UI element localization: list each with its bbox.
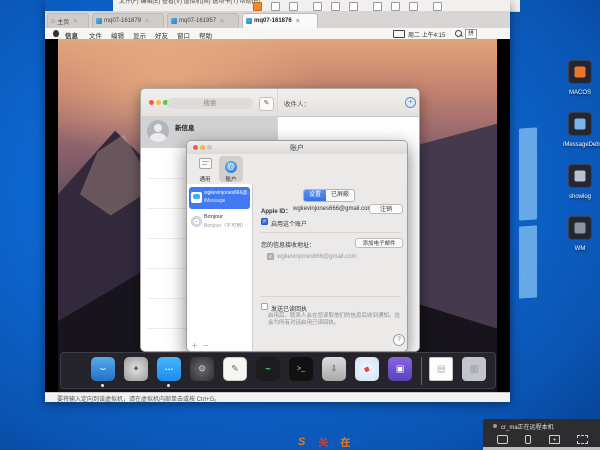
activity-monitor-icon[interactable]	[256, 357, 280, 381]
vm-icon	[246, 18, 252, 24]
general-icon	[199, 158, 212, 169]
site-watermark: S 中 关 村 在 线	[298, 434, 361, 449]
reached-at-label: 您的信息接收地址：	[261, 240, 315, 249]
account-detail-pane: 设置 已屏蔽 Apple ID： wgkevinjones666@gmail.c…	[253, 184, 408, 352]
read-receipts-description: 启用后，联系人会在您读取他们的信息后收到通知。这会为所有对话启用已读回执。	[268, 313, 401, 328]
running-indicator	[167, 384, 170, 387]
help-button[interactable]: ?	[393, 334, 405, 346]
chat-icon[interactable]	[497, 435, 508, 444]
notes-icon[interactable]	[223, 357, 247, 381]
wm-app-icon	[568, 216, 592, 240]
window-title: 账户	[187, 143, 407, 153]
sign-out-button[interactable]: 注销	[369, 204, 403, 214]
account-source-list: wgkevinjones666@… iMessage Bonjour Bonjo…	[187, 184, 253, 352]
accounts-preferences-window: 账户 通用 @ 账户 wgkevinjones666@… iMessage	[186, 140, 408, 352]
launchpad-icon[interactable]	[124, 357, 148, 381]
tab-home[interactable]: ⌂ 主页 ×	[47, 13, 89, 28]
enable-account-label: 启用这个账户	[271, 219, 307, 228]
tab-vm-161957[interactable]: mq07-161957 ×	[167, 13, 239, 28]
tab-blocked[interactable]: 已屏蔽	[326, 190, 354, 201]
account-row-imessage[interactable]: wgkevinjones666@… iMessage	[189, 187, 250, 209]
vmware-status-bar: 要将输入定向到该虚拟机，请在虚拟机内部单击或按 Ctrl+G。	[45, 392, 510, 402]
bonjour-icon	[191, 216, 202, 227]
divider	[261, 296, 401, 297]
microphone-icon[interactable]	[525, 435, 531, 444]
email-checkbox-disabled: ✓	[267, 253, 274, 260]
fullscreen-icon[interactable]	[577, 435, 588, 444]
tab-close-icon[interactable]: ×	[73, 18, 77, 25]
display-status-icon[interactable]	[393, 30, 405, 38]
read-receipts-label: 发送已读回执	[271, 304, 307, 313]
desktop-icon-showlog[interactable]: showlog	[563, 164, 597, 200]
imessagedebug-app-icon	[568, 112, 592, 136]
email-address: wgkevinjones666@gmail.com	[277, 254, 356, 260]
read-receipts-checkbox[interactable]	[261, 303, 268, 310]
accounts-at-icon: @	[225, 161, 237, 173]
running-indicator	[101, 384, 104, 387]
search-input[interactable]: 搜索	[167, 98, 253, 109]
avatar	[147, 120, 169, 142]
recipient-label: 收件人：	[284, 98, 310, 108]
enable-account-checkbox[interactable]: ✓	[261, 218, 268, 225]
document-icon[interactable]	[429, 357, 453, 381]
tab-close-icon[interactable]: ×	[220, 18, 224, 25]
toolbar-item-accounts[interactable]: @ 账户	[219, 156, 243, 182]
macos-file-icon	[568, 60, 592, 84]
safari-icon[interactable]	[355, 357, 379, 381]
watermark-logo: S	[298, 436, 305, 448]
apple-id-value: wgkevinjones666@gmail.com	[293, 206, 372, 212]
menu-bar-clock[interactable]: 周二 上午4:15	[408, 30, 445, 39]
accounts-title-bar: 账户	[187, 141, 407, 155]
system-preferences-icon[interactable]	[190, 357, 214, 381]
tab-settings[interactable]: 设置	[304, 190, 326, 201]
preferences-toolbar: 通用 @ 账户	[187, 154, 407, 185]
desktop-icon-imessagedebug[interactable]: iMessageDebug	[563, 112, 597, 148]
desktop-icon-macos[interactable]: MACOS	[563, 60, 597, 96]
add-email-button[interactable]: 添加电子邮件	[355, 238, 403, 248]
terminal-icon[interactable]	[289, 357, 313, 381]
apple-id-label: Apple ID：	[261, 206, 291, 215]
windows-desktop: 文件(F) 编辑(E) 查看(V) 虚拟机(M) 选项卡(T) 帮助(H) ⌂ …	[0, 0, 600, 450]
input-method-badge[interactable]: 拼	[465, 29, 477, 39]
remote-status-icon	[493, 424, 497, 428]
showlog-file-icon	[568, 164, 592, 188]
remote-status-text: cr_ma正在远程本机	[501, 422, 554, 431]
dock	[60, 352, 496, 389]
messages-toolbar: 搜索 ✎ 收件人： +	[141, 89, 419, 117]
vm-icon	[96, 18, 102, 24]
toolbar-item-general[interactable]: 通用	[193, 156, 217, 182]
wallpaper-logo-pane	[519, 225, 537, 298]
messages-icon[interactable]	[157, 357, 181, 381]
desktop-icon-wm[interactable]: WM	[563, 216, 597, 252]
account-row-bonjour[interactable]: Bonjour Bonjour（不可用）	[189, 211, 250, 233]
tab-vm-161879[interactable]: mq07-161879 ×	[92, 13, 164, 28]
home-icon: ⌂	[51, 18, 55, 25]
trash-icon[interactable]	[462, 357, 486, 381]
screenshot-icon[interactable]	[549, 435, 560, 444]
imessage-icon	[191, 192, 202, 203]
screen-sharing-icon[interactable]	[388, 357, 412, 381]
dock-divider	[421, 357, 422, 385]
tab-close-icon[interactable]: ×	[145, 18, 149, 25]
spotlight-search-icon[interactable]	[455, 30, 462, 37]
divider	[261, 232, 401, 233]
vmware-tab-bar: ⌂ 主页 × mq07-161879 × mq07-161957 × mq07-…	[45, 11, 510, 29]
remote-control-panel: cr_ma正在远程本机	[483, 419, 600, 447]
minimize-button[interactable]	[156, 100, 161, 105]
add-recipient-button[interactable]: +	[405, 97, 416, 108]
utility-download-icon[interactable]	[322, 357, 346, 381]
compose-button[interactable]: ✎	[259, 97, 274, 111]
close-button[interactable]	[149, 100, 154, 105]
wallpaper-logo-pane	[519, 127, 537, 220]
vmware-status-text: 要将输入定向到该虚拟机，请在虚拟机内部单击或按 Ctrl+G。	[57, 394, 220, 403]
finder-icon[interactable]	[91, 357, 115, 381]
settings-blocked-tabs: 设置 已屏蔽	[303, 189, 355, 202]
tab-vm-161876-active[interactable]: mq07-161876 ×	[242, 13, 318, 28]
tab-close-icon[interactable]: ×	[296, 18, 300, 25]
vm-icon	[171, 18, 177, 24]
add-remove-account-buttons[interactable]: ＋－	[191, 341, 213, 351]
conversation-title: 新信息	[175, 122, 195, 132]
apple-menu-icon[interactable]	[53, 30, 59, 37]
accounts-body: wgkevinjones666@… iMessage Bonjour Bonjo…	[187, 184, 408, 352]
